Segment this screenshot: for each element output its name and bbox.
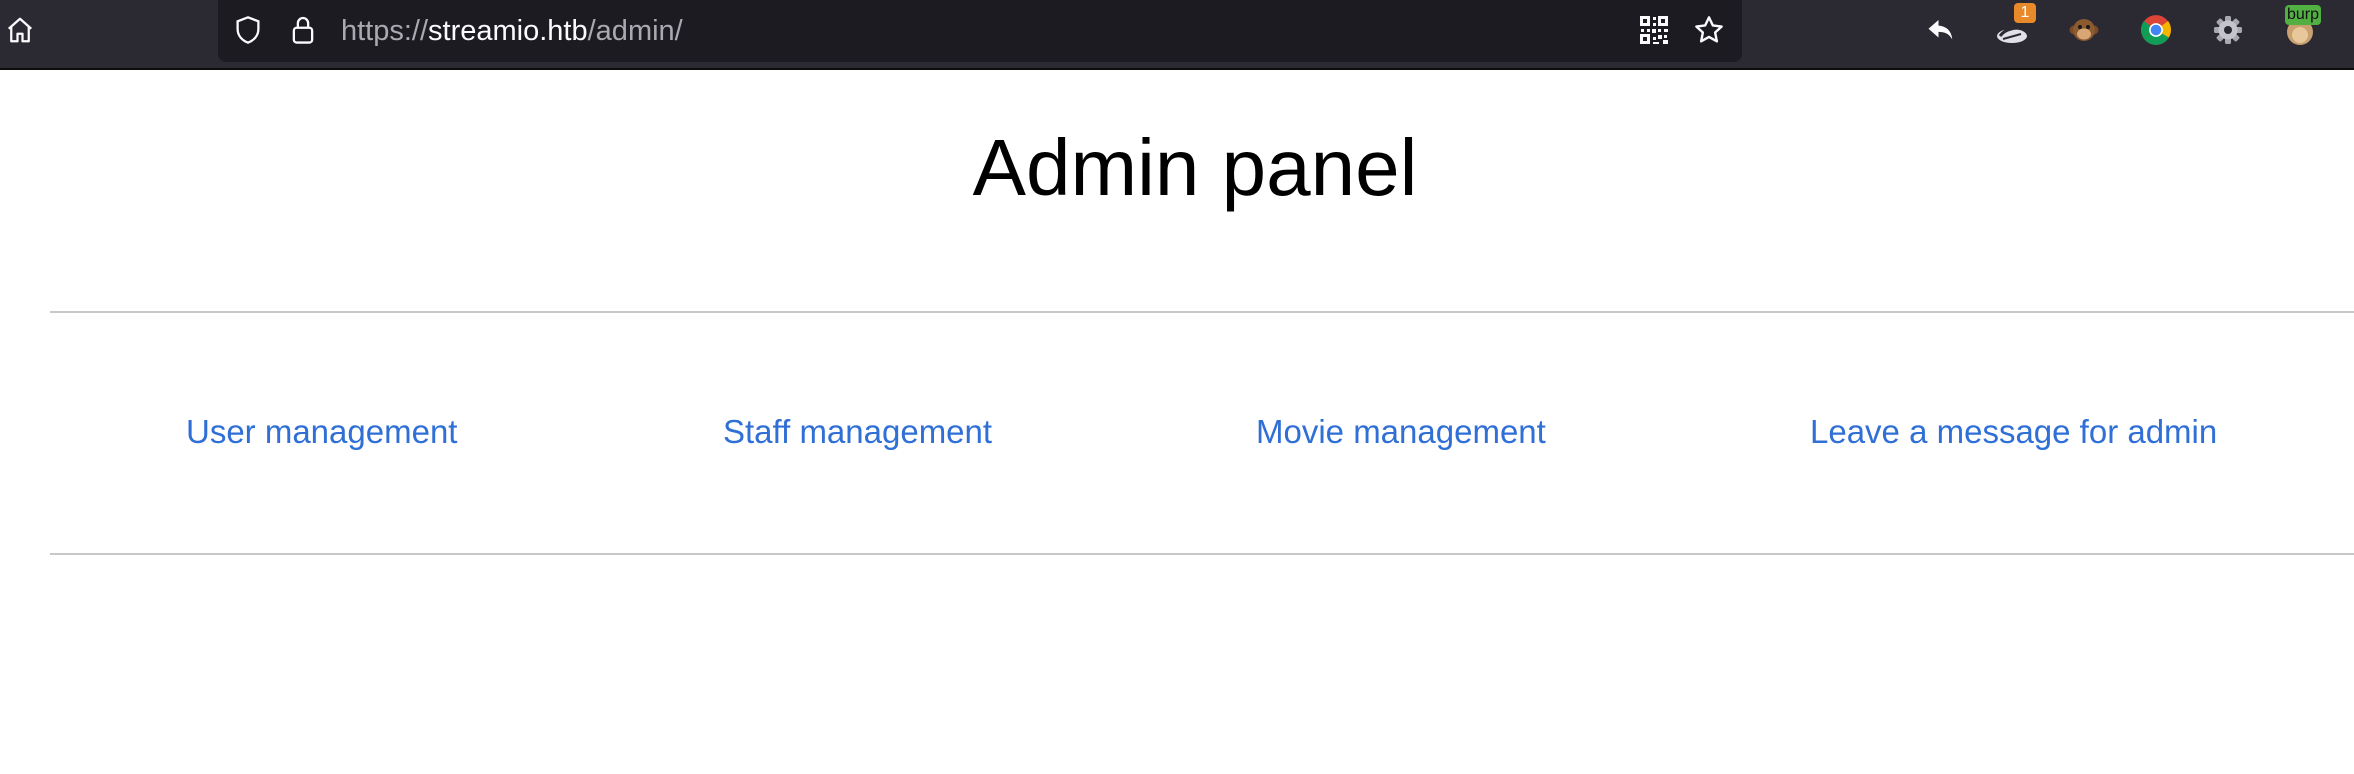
- extension-chrome-icon[interactable]: [2137, 11, 2175, 49]
- toolbar-border: [0, 68, 2354, 70]
- extension-wappalyzer-icon[interactable]: 1: [1994, 3, 2036, 49]
- page-title: Admin panel: [972, 123, 1418, 212]
- url-text[interactable]: https://streamio.htb/admin/: [341, 14, 683, 48]
- extension-badge-count: 1: [2014, 3, 2036, 23]
- burp-badge-label: burp: [2285, 5, 2322, 25]
- url-scheme: https://: [341, 15, 429, 47]
- qr-code-icon[interactable]: [1637, 13, 1671, 47]
- back-arrow-icon[interactable]: [1922, 11, 1960, 49]
- home-icon[interactable]: [2, 12, 38, 48]
- top-divider: [50, 311, 2354, 313]
- address-bar[interactable]: https://streamio.htb/admin/: [218, 0, 1742, 62]
- extension-monkey-icon[interactable]: [2065, 11, 2103, 49]
- extension-gear-icon[interactable]: [2209, 11, 2247, 49]
- staff-management-link[interactable]: Staff management: [723, 412, 992, 452]
- bookmark-star-icon[interactable]: [1692, 13, 1726, 47]
- extension-burp-icon[interactable]: burp: [2281, 5, 2322, 49]
- movie-management-link[interactable]: Movie management: [1256, 412, 1546, 452]
- leave-message-link[interactable]: Leave a message for admin: [1810, 412, 2217, 452]
- url-host: streamio.htb: [428, 15, 588, 47]
- url-path: /admin/: [587, 15, 683, 47]
- browser-toolbar: https://streamio.htb/admin/ 1 burp: [0, 0, 2354, 70]
- lock-icon[interactable]: [286, 13, 320, 47]
- user-management-link[interactable]: User management: [186, 412, 457, 452]
- tracking-protection-shield-icon[interactable]: [231, 13, 265, 47]
- bottom-divider: [50, 553, 2354, 555]
